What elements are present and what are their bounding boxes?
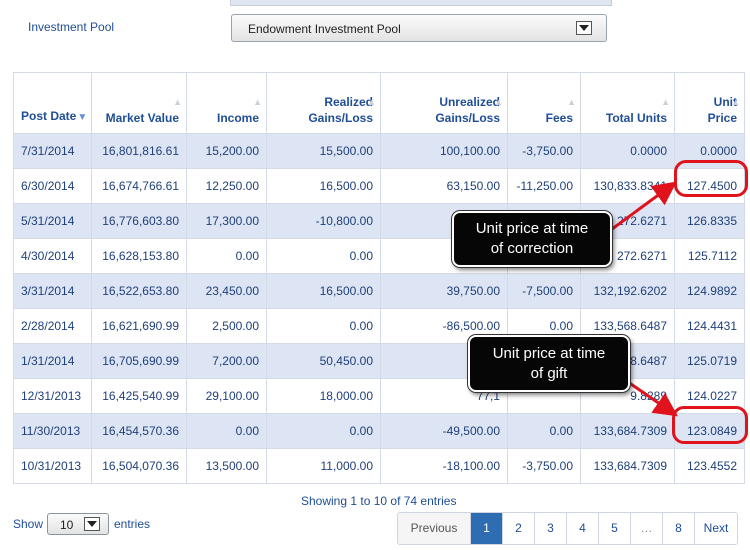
callout-arrows xyxy=(607,181,678,417)
pagination-ellipsis: … xyxy=(631,513,663,544)
correction-callout-line-1: Unit price at time xyxy=(475,220,589,237)
previous-page-button: Previous xyxy=(398,513,471,544)
page-button[interactable]: 3 xyxy=(535,513,567,544)
entries-label: entries xyxy=(114,517,151,531)
pagination: Previous 1 2 3 4 5… 8 Next xyxy=(397,512,738,545)
correction-callout: Unit price at time of correction xyxy=(452,211,612,267)
entries-info: Showing 1 to 10 of 74 entries xyxy=(301,494,457,508)
gift-callout: Unit price at time of gift xyxy=(468,335,630,392)
page-button[interactable]: 1 xyxy=(471,513,503,544)
page-button[interactable]: 2 xyxy=(503,513,535,544)
gift-callout-line-2: of gift xyxy=(530,365,568,382)
page-button[interactable]: 8 xyxy=(663,513,695,544)
dropdown-arrow-icon[interactable] xyxy=(84,517,100,531)
next-page-button[interactable]: Next xyxy=(695,513,737,544)
page-button[interactable]: 4 xyxy=(567,513,599,544)
page-size-select[interactable]: 10 xyxy=(47,513,109,535)
page-size-value: 10 xyxy=(60,518,74,532)
gift-callout-line-1: Unit price at time xyxy=(492,345,606,362)
correction-callout-line-2: of correction xyxy=(490,240,574,257)
show-label: Show xyxy=(13,517,44,531)
page-button[interactable]: 5 xyxy=(599,513,631,544)
